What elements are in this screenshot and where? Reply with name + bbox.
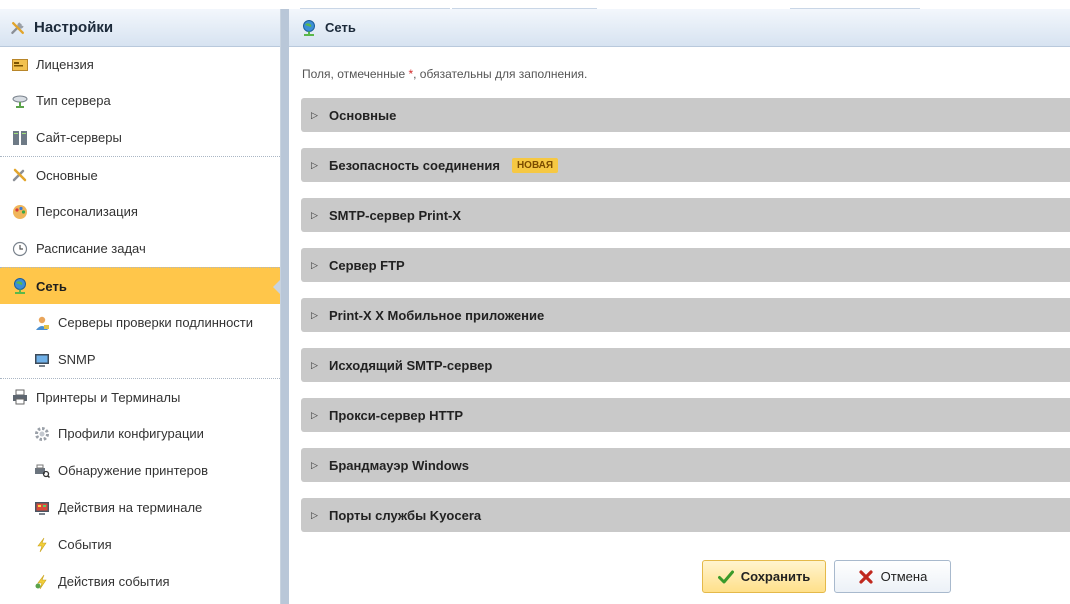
sidebar-item-task-schedule[interactable]: Расписание задач [0, 230, 280, 267]
section-connection-security[interactable]: ▷ Безопасность соединения НОВАЯ [301, 148, 1070, 182]
tools-icon [12, 167, 28, 183]
expand-arrow-icon: ▷ [311, 359, 318, 370]
section-kyocera-ports[interactable]: ▷ Порты службы Kyocera [301, 498, 1070, 532]
hint-suffix: , обязательны для заполнения. [413, 67, 588, 81]
sidebar-item-license[interactable]: Лицензия [0, 47, 280, 82]
top-strip-segment [790, 0, 920, 9]
license-icon [12, 57, 28, 73]
top-strip [0, 0, 1070, 9]
sidebar-item-snmp[interactable]: SNMP [0, 341, 280, 378]
tools-icon [10, 20, 26, 36]
settings-sidebar: Настройки Лицензия Тип сервера Сайт-серв… [0, 9, 289, 604]
section-label: Print-X X Мобильное приложение [329, 307, 545, 323]
printer-search-icon [34, 463, 50, 479]
checkmark-icon [717, 569, 734, 585]
sidebar-title: Настройки [34, 18, 114, 36]
expand-arrow-icon: ▷ [311, 209, 318, 220]
sidebar-item-printers-terminals[interactable]: Принтеры и Терминалы [0, 378, 280, 415]
network-settings-panel: Сеть Поля, отмеченные *, обязательны для… [289, 9, 1070, 604]
section-mobile-app[interactable]: ▷ Print-X X Мобильное приложение [301, 298, 1070, 332]
section-ftp-server[interactable]: ▷ Сервер FTP [301, 248, 1070, 282]
event-action-icon [34, 574, 50, 590]
sidebar-item-label: Тип сервера [36, 93, 111, 108]
palette-icon [12, 204, 28, 220]
sidebar-header: Настройки [0, 9, 280, 47]
top-strip-segment [300, 0, 450, 9]
sidebar-item-label: Расписание задач [36, 241, 146, 256]
snmp-monitor-icon [34, 352, 50, 368]
section-label: Основные [329, 107, 397, 123]
cancel-button[interactable]: Отмена [834, 560, 951, 593]
auth-user-icon [34, 315, 50, 331]
sidebar-list: Настройки Лицензия Тип сервера Сайт-серв… [0, 9, 281, 604]
close-icon [858, 569, 874, 585]
sidebar-item-printer-discovery[interactable]: Обнаружение принтеров [0, 452, 280, 489]
hint-prefix: Поля, отмеченные [302, 67, 409, 81]
section-label: Прокси-сервер HTTP [329, 407, 464, 423]
sidebar-item-label: Сайт-серверы [36, 130, 122, 145]
sidebar-item-label: SNMP [58, 352, 96, 367]
clock-icon [12, 241, 28, 257]
sidebar-item-general[interactable]: Основные [0, 156, 280, 193]
sidebar-item-label: Персонализация [36, 204, 138, 219]
top-strip-segment [452, 0, 597, 9]
sidebar-item-label: Действия на терминале [58, 500, 203, 515]
network-icon [12, 278, 28, 294]
save-button-label: Сохранить [740, 569, 811, 584]
sidebar-item-config-profiles[interactable]: Профили конфигурации [0, 415, 280, 452]
section-label: Порты службы Kyocera [329, 507, 482, 523]
network-icon [301, 19, 317, 36]
sidebar-item-label: Профили конфигурации [58, 426, 204, 441]
sidebar-item-event-actions[interactable]: Действия события [0, 563, 280, 600]
sidebar-item-label: Основные [36, 167, 98, 183]
expand-arrow-icon: ▷ [311, 509, 318, 520]
sidebar-item-label: Обнаружение принтеров [58, 463, 209, 478]
expand-arrow-icon: ▷ [311, 259, 318, 270]
section-smtp-print-x[interactable]: ▷ SMTP-сервер Print-X [301, 198, 1070, 232]
new-badge: НОВАЯ [511, 157, 559, 173]
expand-arrow-icon: ▷ [311, 459, 318, 470]
sidebar-item-label: Принтеры и Терминалы [36, 389, 181, 405]
required-fields-hint: Поля, отмеченные *, обязательны для запо… [302, 67, 587, 81]
lightning-icon [34, 537, 50, 553]
terminal-icon [34, 500, 50, 516]
sidebar-item-events[interactable]: События [0, 526, 280, 563]
sidebar-item-label: События [58, 537, 112, 552]
sidebar-item-network[interactable]: Сеть [0, 267, 280, 304]
panel-header: Сеть [289, 9, 1070, 47]
expand-arrow-icon: ▷ [311, 159, 318, 170]
server-type-icon [12, 93, 28, 109]
sidebar-item-personalization[interactable]: Персонализация [0, 193, 280, 230]
site-servers-icon [12, 130, 28, 146]
gear-icon [34, 426, 50, 442]
expand-arrow-icon: ▷ [311, 309, 318, 320]
sidebar-item-label: Серверы проверки подлинности [58, 315, 254, 330]
section-http-proxy[interactable]: ▷ Прокси-сервер HTTP [301, 398, 1070, 432]
sidebar-item-label: Действия события [58, 574, 170, 589]
sidebar-item-site-servers[interactable]: Сайт-серверы [0, 119, 280, 156]
save-button[interactable]: Сохранить [702, 560, 826, 593]
section-outgoing-smtp[interactable]: ▷ Исходящий SMTP-сервер [301, 348, 1070, 382]
expand-arrow-icon: ▷ [311, 109, 318, 120]
section-general[interactable]: ▷ Основные [301, 98, 1070, 132]
settings-sections: ▷ Основные ▷ Безопасность соединения НОВ… [301, 98, 1070, 548]
section-label: Брандмауэр Windows [329, 457, 470, 473]
page-title: Сеть [325, 19, 356, 35]
sidebar-item-label: Лицензия [36, 57, 94, 72]
section-label: Безопасность соединения [329, 157, 500, 173]
section-windows-firewall[interactable]: ▷ Брандмауэр Windows [301, 448, 1070, 482]
section-label: SMTP-сервер Print-X [329, 207, 462, 223]
sidebar-item-auth-servers[interactable]: Серверы проверки подлинности [0, 304, 280, 341]
sidebar-item-terminal-actions[interactable]: Действия на терминале [0, 489, 280, 526]
printer-icon [12, 389, 28, 405]
sidebar-item-label: Сеть [36, 278, 67, 294]
sidebar-splitter[interactable] [281, 9, 289, 604]
cancel-button-label: Отмена [880, 569, 928, 584]
sidebar-item-server-type[interactable]: Тип сервера [0, 82, 280, 119]
section-label: Сервер FTP [329, 257, 405, 273]
section-label: Исходящий SMTP-сервер [329, 357, 493, 373]
expand-arrow-icon: ▷ [311, 409, 318, 420]
